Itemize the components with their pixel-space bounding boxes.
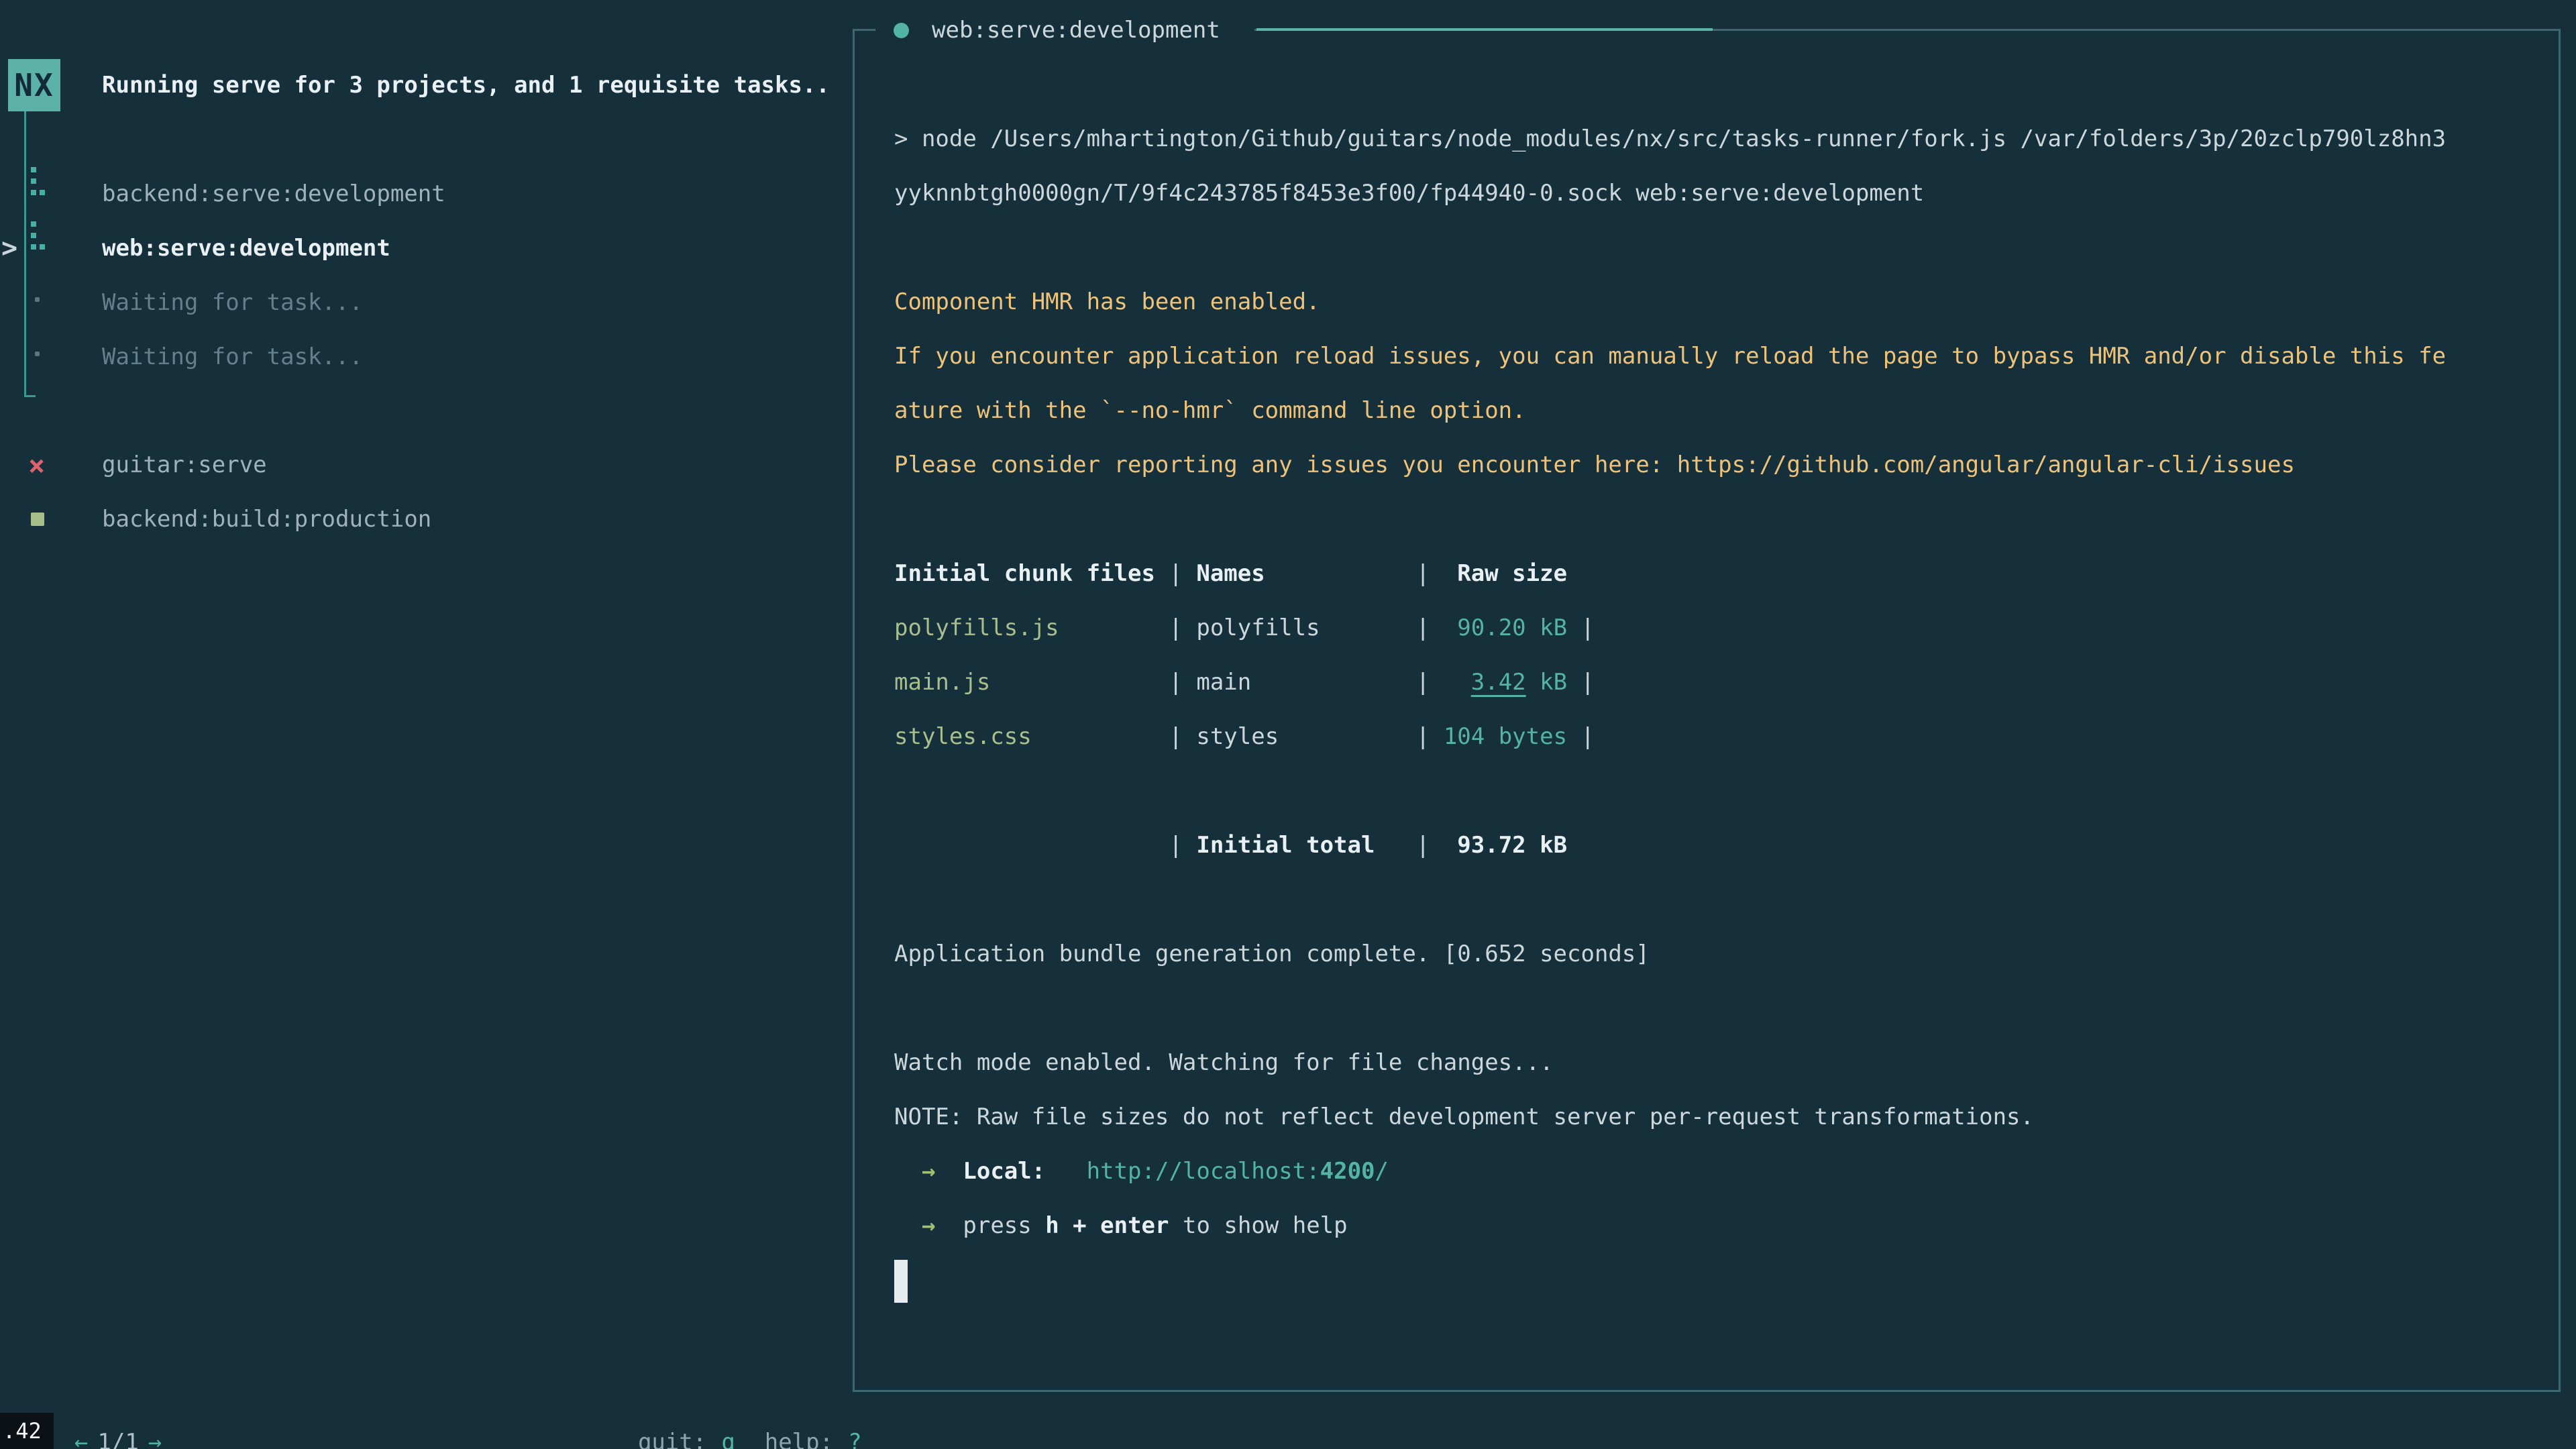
waiting-dot-icon [35,352,40,356]
task-label: backend:serve:development [102,167,445,221]
terminal-line: Initial chunk files | Names | Raw size [894,547,2446,601]
task-label: backend:build:production [102,492,431,547]
terminal-line: Watch mode enabled. Watching for file ch… [894,1036,2446,1090]
terminal-line [894,873,2446,927]
help-key: ? [848,1429,861,1449]
terminal-line: | Initial total | 93.72 kB [894,818,2446,873]
nx-tui-screen: NX Running serve for 3 projects, and 1 r… [0,0,2576,1449]
selected-chevron-icon: > [1,221,17,276]
quit-key: q [721,1429,735,1449]
nx-logo: NX [8,59,60,111]
terminal-line: → Local: http://localhost:4200/ [894,1144,2446,1199]
terminal-line: yyknnbtgh0000gn/T/9f4c243785f8453e3f00/f… [894,166,2446,221]
terminal-line: Application bundle generation complete. … [894,927,2446,981]
cursor [894,1260,908,1303]
shortcut-hints: quit:qhelp:? [583,1361,862,1415]
task-row[interactable]: backend:serve:development [0,167,832,221]
pager-left-arrow-icon[interactable]: ← [74,1429,88,1449]
task-row[interactable]: Waiting for task... [0,276,832,330]
terminal-line [894,764,2446,818]
terminal-line: Component HMR has been enabled. [894,275,2446,329]
task-label: Waiting for task... [102,276,363,330]
pager: ←1/1→ [19,1361,162,1415]
spinner-icon [31,221,47,252]
overlay-badge: .42 [0,1413,54,1449]
terminal-line: ature with the `--no-hmr` command line o… [894,384,2446,438]
terminal-line [894,981,2446,1036]
terminal-line: NOTE: Raw file sizes do not reflect deve… [894,1090,2446,1144]
failed-x-icon: × [28,438,45,492]
terminal-line: → press h + enter to show help [894,1199,2446,1253]
help-label: help: [765,1429,833,1449]
pager-right-arrow-icon[interactable]: → [148,1429,162,1449]
task-row[interactable]: > web:serve:development [0,221,832,276]
task-row[interactable]: × guitar:serve [0,438,832,492]
task-label: guitar:serve [102,438,267,492]
spinner-icon [31,167,47,198]
pager-position: 1/1 [97,1429,138,1449]
panel-title: web:serve:development [932,3,1220,57]
stopped-square-icon [31,513,44,526]
terminal-line: main.js | main | 3.42 kB | [894,655,2446,710]
running-dot-icon [894,23,909,38]
terminal-line [894,1253,2446,1307]
terminal-line: polyfills.js | polyfills | 90.20 kB | [894,601,2446,655]
run-summary-title: Running serve for 3 projects, and 1 requ… [102,58,830,113]
task-row[interactable]: backend:build:production [0,492,832,547]
task-tree-line-foot [24,395,36,397]
terminal-line: Please consider reporting any issues you… [894,438,2446,492]
quit-label: quit: [638,1429,706,1449]
terminal-line: styles.css | styles | 104 bytes | [894,710,2446,764]
task-label: Waiting for task... [102,330,363,384]
terminal-output: > node /Users/mhartington/Github/guitars… [894,112,2446,1307]
waiting-dot-icon [35,297,40,302]
terminal-line [894,492,2446,547]
task-label: web:serve:development [102,221,390,276]
terminal-line: If you encounter application reload issu… [894,329,2446,384]
task-row[interactable]: Waiting for task... [0,330,832,384]
panel-title-dash [1256,28,1713,31]
terminal-line [894,221,2446,275]
terminal-line: > node /Users/mhartington/Github/guitars… [894,112,2446,166]
